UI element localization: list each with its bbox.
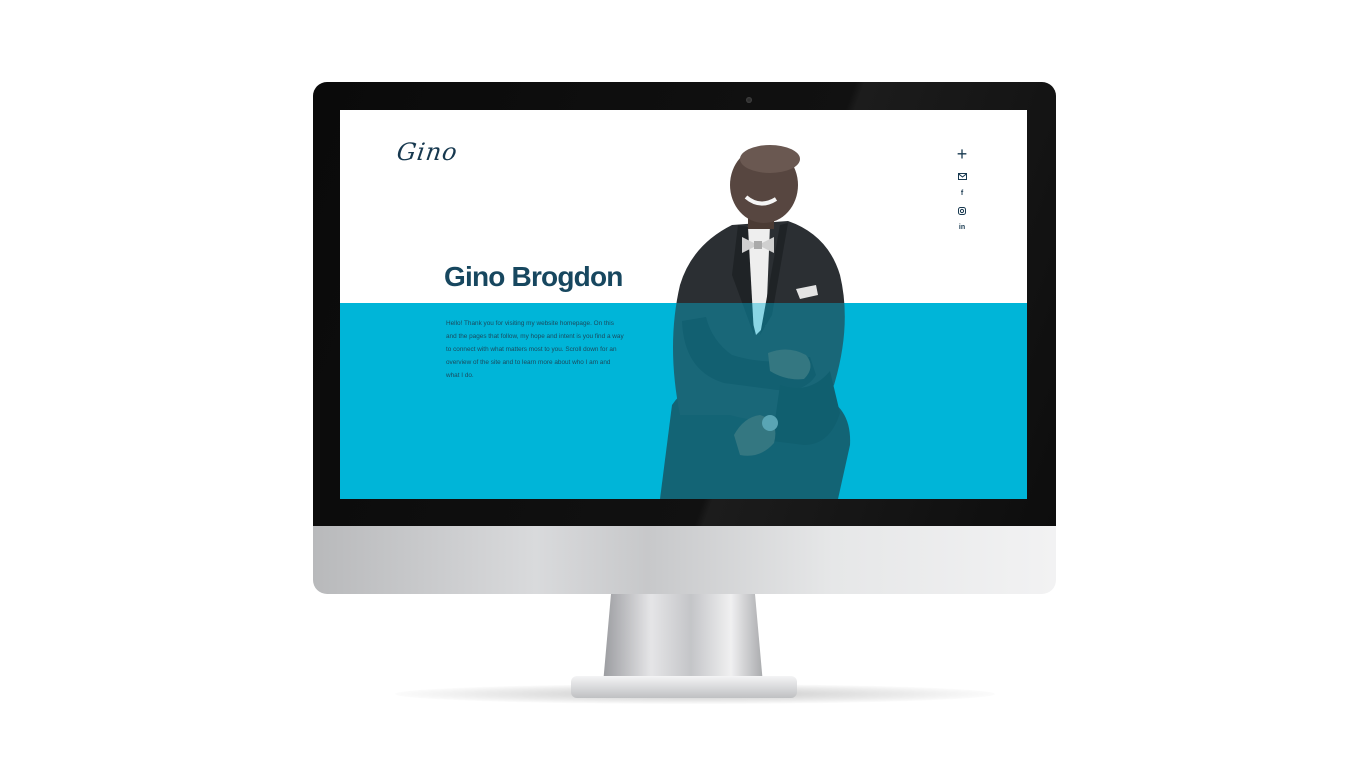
linkedin-icon[interactable]: in: [959, 219, 965, 236]
menu-plus-icon[interactable]: +: [957, 145, 968, 163]
facebook-icon[interactable]: f: [961, 185, 963, 202]
website-screen: Gino Gino Brogdon Hello! Thank you for v…: [340, 110, 1027, 499]
social-bar: + f in: [950, 145, 974, 236]
camera-icon: [746, 97, 752, 103]
imac-stand-neck: [603, 594, 763, 684]
hero-portrait: [620, 145, 880, 499]
imac-chin: [313, 526, 1056, 594]
page-title: Gino Brogdon: [444, 261, 623, 292]
intro-paragraph: Hello! Thank you for visiting my website…: [446, 320, 624, 379]
mockup-stage: Gino Gino Brogdon Hello! Thank you for v…: [0, 0, 1366, 768]
email-icon[interactable]: [957, 168, 967, 185]
imac-stand-foot: [571, 676, 797, 698]
site-logo[interactable]: Gino: [395, 138, 460, 166]
instagram-icon[interactable]: [958, 202, 966, 219]
